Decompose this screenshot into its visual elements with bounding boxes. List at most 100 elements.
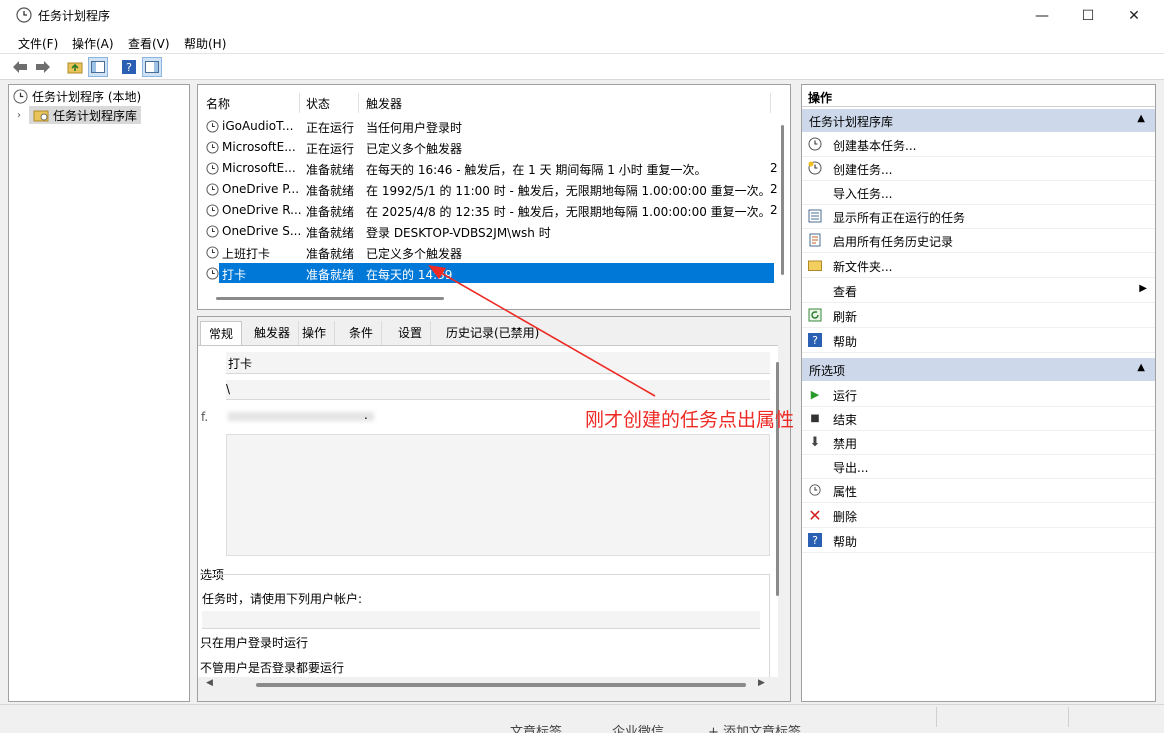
actions-title: 操作 xyxy=(802,85,1155,107)
action-run[interactable]: ▶ 运行 xyxy=(802,383,1155,407)
action-delete[interactable]: ✕ 删除 xyxy=(802,504,1155,528)
detail-tabs: 常规 触发器 操作 条件 设置 历史记录(已禁用) xyxy=(198,317,790,345)
run-as-label: 任务时，请使用下列用户帐户: xyxy=(202,592,363,606)
collapse-up-icon[interactable]: ▲ xyxy=(1137,362,1145,373)
collapse-up-icon[interactable]: ▲ xyxy=(1137,113,1145,124)
menu-action[interactable]: 操作(A) xyxy=(72,35,114,52)
task-next-run-truncated: 2 xyxy=(770,203,778,217)
column-separator[interactable] xyxy=(770,93,771,113)
menu-help[interactable]: 帮助(H) xyxy=(184,35,226,52)
action-help-selected[interactable]: ? 帮助 xyxy=(802,529,1155,553)
task-row[interactable]: OneDrive S... 准备就绪 登录 DESKTOP-VDBS2JM\ws… xyxy=(204,221,774,242)
action-properties[interactable]: 属性 xyxy=(802,479,1155,503)
action-import-task[interactable]: 导入任务... xyxy=(802,181,1155,205)
task-row[interactable]: iGoAudioT... 正在运行 当任何用户登录时 xyxy=(204,116,774,137)
task-row[interactable]: MicrosoftE... 正在运行 已定义多个触发器 xyxy=(204,137,774,158)
show-hide-action-pane-button[interactable] xyxy=(142,57,162,77)
task-trigger: 已定义多个触发器 xyxy=(366,142,463,156)
maximize-button[interactable]: ☐ xyxy=(1065,0,1111,31)
tab-conditions[interactable]: 条件 xyxy=(341,321,383,345)
background-tab-label: 文章标签 xyxy=(510,725,563,733)
run-only-logged-on-option[interactable]: 只在用户登录时运行 xyxy=(200,634,308,651)
action-create-task[interactable]: 创建任务... xyxy=(802,157,1155,181)
tree-item-library[interactable]: 任务计划程序库 xyxy=(29,106,142,124)
description-field[interactable] xyxy=(226,434,770,556)
action-label: 结束 xyxy=(833,413,858,427)
tree-expand-toggle[interactable]: › xyxy=(17,106,21,124)
task-name-field[interactable]: 打卡 xyxy=(226,352,770,374)
menu-view[interactable]: 查看(V) xyxy=(128,35,170,52)
tab-triggers[interactable]: 触发器 xyxy=(246,321,300,345)
detail-horizontal-scrollbar[interactable]: ◀ ▶ xyxy=(198,677,778,693)
task-row[interactable]: OneDrive P... 准备就绪 在 1992/5/1 的 11:00 时 … xyxy=(204,179,778,200)
forward-button[interactable] xyxy=(33,57,53,77)
action-export[interactable]: 导出... xyxy=(802,455,1155,479)
action-view[interactable]: 查看 ▶ xyxy=(802,279,1155,303)
svg-text:?: ? xyxy=(812,334,818,347)
action-label: 帮助 xyxy=(833,335,858,349)
author-suffix: . xyxy=(364,408,368,422)
author-redacted xyxy=(228,412,374,421)
horizontal-scroll-thumb[interactable] xyxy=(216,297,444,300)
task-row-selected[interactable]: 打卡 准备就绪 在每天的 14:39 xyxy=(204,263,774,284)
column-header-status[interactable]: 状态 xyxy=(306,95,330,112)
section-task-library[interactable]: 任务计划程序库 ▲ xyxy=(802,109,1155,132)
run-as-user-field[interactable] xyxy=(202,611,760,629)
delete-x-icon: ✕ xyxy=(808,505,822,525)
action-refresh[interactable]: 刷新 xyxy=(802,304,1155,328)
action-help[interactable]: ? 帮助 xyxy=(802,329,1155,353)
action-new-folder[interactable]: 新文件夹... xyxy=(802,254,1155,278)
action-end[interactable]: ■ 结束 xyxy=(802,407,1155,431)
clock-icon xyxy=(16,7,32,23)
minimize-button[interactable]: — xyxy=(1019,0,1065,31)
action-label: 创建基本任务... xyxy=(833,139,917,153)
detail-vertical-scroll-thumb[interactable] xyxy=(776,362,779,596)
task-next-run-truncated: 2 xyxy=(770,182,778,196)
console-tree: 任务计划程序 (本地) › 任务计划程序库 xyxy=(8,84,190,702)
horizontal-scroll-thumb[interactable] xyxy=(256,683,746,687)
action-disable[interactable]: ⬇ 禁用 xyxy=(802,431,1155,455)
action-enable-history[interactable]: 启用所有任务历史记录 xyxy=(802,229,1155,253)
action-label: 启用所有任务历史记录 xyxy=(833,235,954,249)
task-status: 正在运行 xyxy=(306,121,355,135)
task-row[interactable]: 上班打卡 准备就绪 已定义多个触发器 xyxy=(204,242,774,263)
task-row[interactable]: MicrosoftE... 准备就绪 在每天的 16:46 - 触发后，在 1 … xyxy=(204,158,778,179)
task-clock-icon xyxy=(206,204,219,217)
tree-root[interactable]: 任务计划程序 (本地) xyxy=(13,87,141,105)
background-tab-label: + 添加文章标签 xyxy=(708,725,802,733)
tab-general[interactable]: 常规 xyxy=(200,321,243,345)
task-clock-icon xyxy=(206,141,219,154)
action-display-running-tasks[interactable]: 显示所有正在运行的任务 xyxy=(802,205,1155,229)
tab-actions[interactable]: 操作 xyxy=(294,321,336,345)
scroll-right-icon[interactable]: ▶ xyxy=(758,678,765,688)
menu-file[interactable]: 文件(F) xyxy=(18,35,58,52)
task-detail-pane: 常规 触发器 操作 条件 设置 历史记录(已禁用) 打卡 \ f. . 选项 任… xyxy=(197,316,791,702)
vertical-scroll-thumb[interactable] xyxy=(781,125,784,275)
up-folder-button[interactable] xyxy=(65,57,85,77)
section-selected-item[interactable]: 所选项 ▲ xyxy=(802,358,1155,381)
column-separator[interactable] xyxy=(299,93,300,113)
tab-history[interactable]: 历史记录(已禁用) xyxy=(438,321,547,345)
action-create-basic-task[interactable]: 创建基本任务... xyxy=(802,133,1155,157)
task-name: OneDrive R... xyxy=(222,203,302,217)
toolbar: ? xyxy=(0,54,1164,80)
task-trigger: 登录 DESKTOP-VDBS2JM\wsh 时 xyxy=(366,226,551,240)
menu-bar: 文件(F) 操作(A) 查看(V) 帮助(H) xyxy=(0,31,1164,54)
scroll-left-icon[interactable]: ◀ xyxy=(206,678,213,688)
tab-settings[interactable]: 设置 xyxy=(390,321,432,345)
tree-root-label: 任务计划程序 (本地) xyxy=(32,89,142,104)
task-location-field[interactable]: \ xyxy=(226,380,770,400)
show-hide-tree-button[interactable] xyxy=(88,57,108,77)
action-label: 帮助 xyxy=(833,535,858,549)
back-button[interactable] xyxy=(10,57,30,77)
column-header-triggers[interactable]: 触发器 xyxy=(366,95,402,112)
column-separator[interactable] xyxy=(358,93,359,113)
new-task-icon xyxy=(808,161,822,175)
task-row[interactable]: OneDrive R... 准备就绪 在 2025/4/8 的 12:35 时 … xyxy=(204,200,778,221)
close-button[interactable]: ✕ xyxy=(1111,0,1157,31)
help-toolbar-button[interactable]: ? xyxy=(119,57,139,77)
task-name: 打卡 xyxy=(222,268,247,282)
refresh-icon xyxy=(808,308,822,322)
run-whether-logged-on-option[interactable]: 不管用户是否登录都要运行 xyxy=(200,659,344,676)
column-header-name[interactable]: 名称 xyxy=(206,95,230,112)
